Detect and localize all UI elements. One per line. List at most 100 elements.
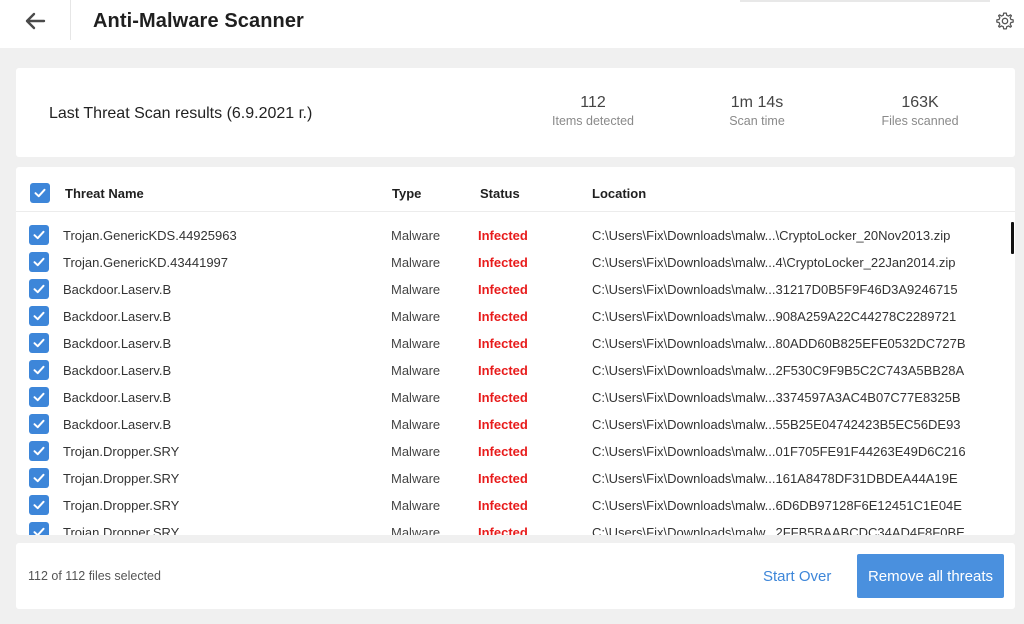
title-bar: Anti-Malware Scanner [0,0,1024,48]
column-header-type[interactable]: Type [392,186,421,201]
threat-type-cell: Malware [391,228,441,243]
threat-location-cell: C:\Users\Fix\Downloads\malw...3374597A3A… [592,390,961,405]
row-checkbox[interactable] [29,333,49,353]
table-row[interactable]: Backdoor.Laserv.B Malware Infected C:\Users… [16,386,1015,413]
threat-type-cell: Malware [391,498,441,513]
threat-status-cell: Infected [478,444,528,459]
table-header: Threat Name Type Status Location [16,167,1015,212]
threat-location-cell: C:\Users\Fix\Downloads\malw...2FFB5BAABC… [592,525,965,535]
back-arrow-icon [25,12,46,30]
row-checkbox[interactable] [29,387,49,407]
table-row[interactable]: Trojan.GenericKD.43441997 Malware Infected… [16,251,1015,278]
action-bar: 112 of 112 files selected Start Over Rem… [16,543,1015,609]
stat-value: 112 [580,94,606,111]
checkmark-icon [33,257,45,267]
row-checkbox[interactable] [29,495,49,515]
row-checkbox[interactable] [29,360,49,380]
threat-type-cell: Malware [391,255,441,270]
row-checkbox[interactable] [29,441,49,461]
threat-name-cell: Trojan.Dropper.SRY [63,471,180,486]
checkmark-icon [33,311,45,321]
checkmark-icon [33,419,45,429]
threat-name-cell: Trojan.GenericKDS.44925963 [63,228,237,243]
checkmark-icon [33,392,45,402]
row-checkbox[interactable] [29,225,49,245]
threat-name-cell: Backdoor.Laserv.B [63,363,172,378]
gear-icon [996,12,1014,30]
checkmark-icon [33,473,45,483]
row-checkbox[interactable] [29,279,49,299]
remove-all-threats-button[interactable]: Remove all threats [857,554,1004,598]
threat-type-cell: Malware [391,282,441,297]
threat-type-cell: Malware [391,390,441,405]
stat-label: Scan time [729,114,785,128]
back-button[interactable] [20,6,50,36]
threat-location-cell: C:\Users\Fix\Downloads\malw...01F705FE91… [592,444,966,459]
threat-location-cell: C:\Users\Fix\Downloads\malw...\CryptoLoc… [592,228,951,243]
threat-name-cell: Backdoor.Laserv.B [63,309,172,324]
threats-table: Threat Name Type Status Location Trojan.… [16,167,1015,535]
column-header-threat-name[interactable]: Threat Name [65,186,144,201]
scan-summary-card: Last Threat Scan results (6.9.2021 г.) 1… [16,68,1015,157]
app-title: Anti-Malware Scanner [93,10,304,32]
title-separator [70,0,71,40]
threat-status-cell: Infected [478,363,528,378]
threat-name-cell: Trojan.Dropper.SRY [63,498,180,513]
table-row[interactable]: Trojan.GenericKDS.44925963 Malware Infecte… [16,224,1015,251]
column-header-location[interactable]: Location [592,186,646,201]
threat-status-cell: Infected [478,525,528,535]
row-checkbox[interactable] [29,414,49,434]
threat-location-cell: C:\Users\Fix\Downloads\malw...2F530C9F9B… [592,363,965,378]
checkmark-icon [33,446,45,456]
threat-name-cell: Trojan.Dropper.SRY [63,525,180,535]
table-row[interactable]: Backdoor.Laserv.B Malware Infected C:\Users… [16,278,1015,305]
threat-type-cell: Malware [391,309,441,324]
row-checkbox[interactable] [29,252,49,272]
column-header-status[interactable]: Status [480,186,520,201]
select-all-checkbox[interactable] [30,183,50,203]
threat-status-cell: Infected [478,255,528,270]
row-checkbox[interactable] [29,468,49,488]
threat-status-cell: Infected [478,336,528,351]
threat-location-cell: C:\Users\Fix\Downloads\malw...161A8478DF… [592,471,958,486]
threat-type-cell: Malware [391,336,441,351]
row-checkbox[interactable] [29,306,49,326]
threat-status-cell: Infected [478,471,528,486]
table-row[interactable]: Trojan.Dropper.SRY Malware Infected C:\User… [16,521,1015,535]
checkmark-icon [33,500,45,510]
threat-name-cell: Backdoor.Laserv.B [63,282,172,297]
selection-count: 112 of 112 files selected [28,569,161,583]
threat-location-cell: C:\Users\Fix\Downloads\malw...908A259A22… [592,309,957,324]
stat-files-scanned: 163K Files scanned [850,94,990,128]
threat-status-cell: Infected [478,417,528,432]
table-row[interactable]: Backdoor.Laserv.B Malware Infected C:\Users… [16,413,1015,440]
stat-scan-time: 1m 14s Scan time [687,94,827,128]
table-row[interactable]: Trojan.Dropper.SRY Malware Infected C:\User… [16,440,1015,467]
title-bar-edge [740,0,990,2]
threat-type-cell: Malware [391,471,441,486]
stat-value: 1m 14s [730,94,784,111]
table-row[interactable]: Trojan.Dropper.SRY Malware Infected C:\User… [16,467,1015,494]
threat-type-cell: Malware [391,444,441,459]
threat-status-cell: Infected [478,390,528,405]
table-body: Trojan.GenericKDS.44925963 Malware Infecte… [16,224,1015,535]
checkmark-icon [33,230,45,240]
checkmark-icon [33,338,45,348]
settings-button[interactable] [993,9,1017,33]
row-checkbox[interactable] [29,522,49,535]
table-row[interactable]: Backdoor.Laserv.B Malware Infected C:\Users… [16,332,1015,359]
threat-location-cell: C:\Users\Fix\Downloads\malw...31217D0B5F… [592,282,958,297]
scrollbar-thumb[interactable] [1011,222,1014,254]
stat-value: 163K [901,94,939,111]
checkmark-icon [34,188,46,198]
start-over-button[interactable]: Start Over [763,568,831,585]
stat-label: Files scanned [881,114,959,128]
threat-location-cell: C:\Users\Fix\Downloads\malw...4\CryptoLo… [592,255,956,270]
scan-results-title: Last Threat Scan results (6.9.2021 г.) [49,105,313,122]
threat-name-cell: Trojan.GenericKD.43441997 [63,255,229,270]
table-row[interactable]: Trojan.Dropper.SRY Malware Infected C:\User… [16,494,1015,521]
checkmark-icon [33,284,45,294]
table-row[interactable]: Backdoor.Laserv.B Malware Infected C:\Users… [16,305,1015,332]
threat-location-cell: C:\Users\Fix\Downloads\malw...80ADD60B82… [592,336,966,351]
table-row[interactable]: Backdoor.Laserv.B Malware Infected C:\Users… [16,359,1015,386]
